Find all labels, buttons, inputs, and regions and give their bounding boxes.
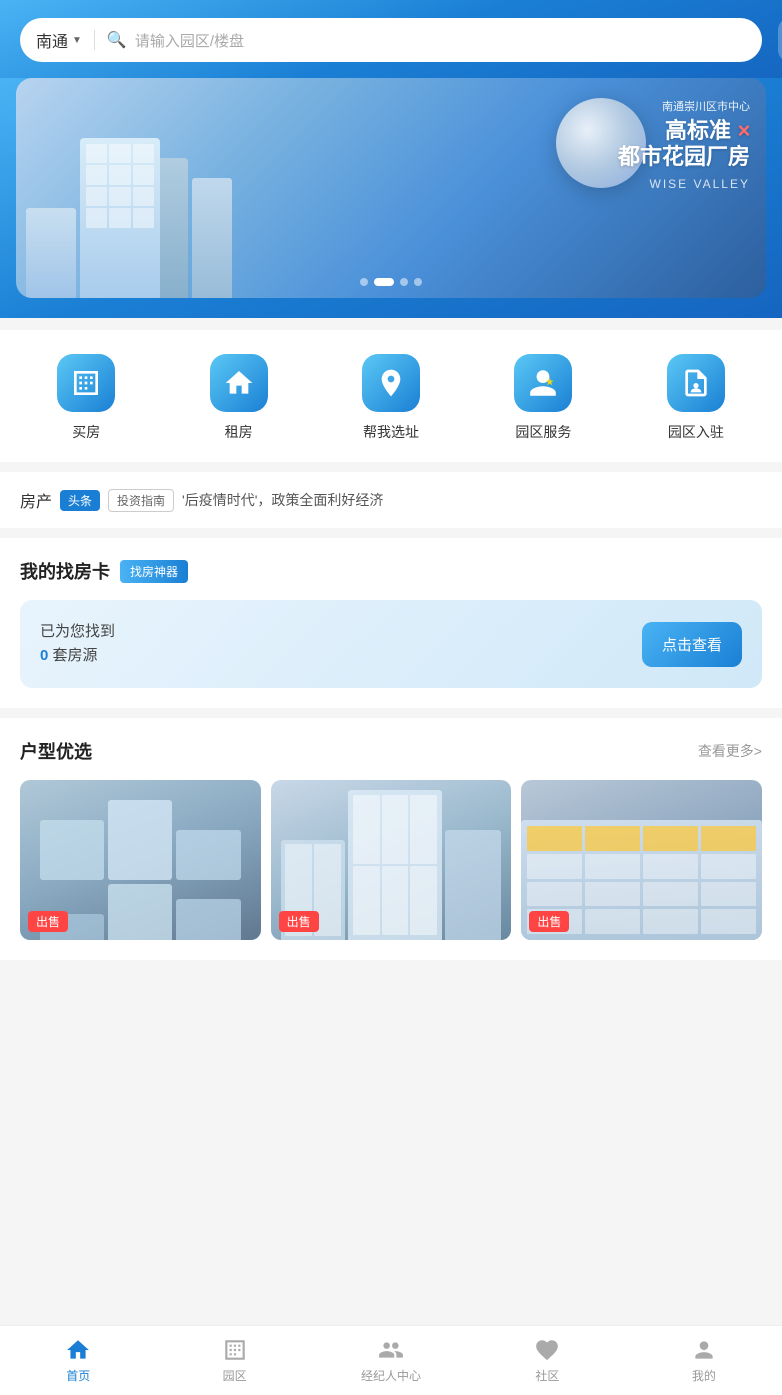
park-nav-icon-wrap <box>222 1337 248 1363</box>
person-star-icon-wrap <box>514 354 572 412</box>
nav-item-rent[interactable]: 租房 <box>162 354 314 442</box>
banner-text-area: 南通崇川区市中心 高标准 × 都市花园厂房 WISE VALLEY <box>618 98 750 191</box>
building-icon <box>70 367 102 399</box>
bottom-nav-agent[interactable]: 经纪人中心 <box>313 1329 469 1392</box>
dot-3[interactable] <box>400 278 408 286</box>
location-icon <box>375 367 407 399</box>
search-icon: 🔍 <box>107 30 127 50</box>
banner-title: 高标准 × 都市花园厂房 <box>618 118 750 171</box>
agent-nav-label: 经纪人中心 <box>361 1367 421 1384</box>
bottom-nav-home[interactable]: 首页 <box>0 1329 156 1392</box>
building-icon-wrap <box>57 354 115 412</box>
park-nav-label: 园区 <box>223 1367 247 1384</box>
home-icon <box>223 367 255 399</box>
banner[interactable]: 南通崇川区市中心 高标准 × 都市花园厂房 WISE VALLEY <box>16 78 766 298</box>
city-selector[interactable]: 南通 ▼ <box>36 28 82 52</box>
community-nav-label: 社区 <box>535 1367 559 1384</box>
room-type-title: 户型优选 <box>20 738 92 764</box>
person-nav-icon <box>691 1337 717 1363</box>
park-nav-icon <box>222 1337 248 1363</box>
bottom-nav: 首页 园区 经纪人中心 社区 我 <box>0 1325 782 1395</box>
banner-subtitle: 南通崇川区市中心 <box>618 98 750 114</box>
document-person-icon-wrap <box>667 354 725 412</box>
find-room-text: 已为您找到 0 套房源 <box>40 620 115 668</box>
person-star-icon <box>527 367 559 399</box>
dot-4[interactable] <box>414 278 422 286</box>
message-button[interactable] <box>778 18 782 62</box>
find-room-count: 0 <box>40 647 48 664</box>
find-room-badge: 找房神器 <box>120 560 188 583</box>
find-room-unit: 套房源 <box>53 647 98 664</box>
banner-title-part2: 都市花园厂房 <box>618 144 750 169</box>
nav-label-service: 园区服务 <box>515 422 571 442</box>
quick-nav: 买房 租房 帮我选址 <box>0 330 782 462</box>
find-room-section: 我的找房卡 找房神器 已为您找到 0 套房源 点击查看 <box>0 538 782 708</box>
home-nav-icon-wrap <box>65 1337 91 1363</box>
nav-label-select: 帮我选址 <box>363 422 419 442</box>
property-grid: 出售 <box>20 780 762 940</box>
property-tag-1: 出售 <box>28 911 68 932</box>
search-placeholder: 请输入园区/楼盘 <box>135 30 244 51</box>
news-headline[interactable]: '后疫情时代'，政策全面利好经济 <box>182 490 762 510</box>
news-prefix: 房产 <box>20 488 52 512</box>
nav-label-rent: 租房 <box>225 422 253 442</box>
nav-label-buy: 买房 <box>72 422 100 442</box>
nav-item-service[interactable]: 园区服务 <box>467 354 619 442</box>
property-card-3[interactable]: 出售 <box>521 780 762 940</box>
nav-item-buy[interactable]: 买房 <box>10 354 162 442</box>
banner-building <box>26 138 232 298</box>
city-arrow-icon: ▼ <box>72 35 82 46</box>
city-name: 南通 <box>36 28 68 52</box>
home-icon-wrap <box>210 354 268 412</box>
find-room-line1: 已为您找到 <box>40 620 115 644</box>
mine-nav-label: 我的 <box>692 1367 716 1384</box>
property-card-1[interactable]: 出售 <box>20 780 261 940</box>
nav-item-select[interactable]: 帮我选址 <box>315 354 467 442</box>
bottom-nav-park[interactable]: 园区 <box>156 1329 312 1392</box>
property-tag-2: 出售 <box>279 911 319 932</box>
dot-2[interactable] <box>374 278 394 286</box>
location-icon-wrap <box>362 354 420 412</box>
property-card-2[interactable]: 出售 <box>271 780 512 940</box>
find-room-title: 我的找房卡 <box>20 558 110 584</box>
search-input-wrap[interactable]: 🔍 请输入园区/楼盘 <box>107 30 746 51</box>
search-bar: 南通 ▼ 🔍 请输入园区/楼盘 <box>20 18 762 62</box>
find-room-line2: 0 套房源 <box>40 644 115 668</box>
banner-brand: WISE VALLEY <box>618 177 750 191</box>
home-nav-icon <box>65 1337 91 1363</box>
see-more-link[interactable]: 查看更多> <box>698 741 762 761</box>
agent-nav-icon <box>378 1337 404 1363</box>
dot-1[interactable] <box>360 278 368 286</box>
home-nav-label: 首页 <box>66 1367 90 1384</box>
document-person-icon <box>680 367 712 399</box>
news-tag-guide[interactable]: 投资指南 <box>108 489 174 512</box>
banner-dots <box>360 278 422 286</box>
banner-title-part1: 高标准 <box>665 118 731 143</box>
news-section: 房产 头条 投资指南 '后疫情时代'，政策全面利好经济 <box>0 472 782 528</box>
news-tag-top[interactable]: 头条 <box>60 490 100 511</box>
person-nav-icon-wrap <box>691 1337 717 1363</box>
bottom-nav-community[interactable]: 社区 <box>469 1329 625 1392</box>
room-type-header: 户型优选 查看更多> <box>20 738 762 764</box>
banner-title-cross: × <box>737 118 750 143</box>
heart-nav-icon <box>534 1337 560 1363</box>
search-divider <box>94 30 95 50</box>
find-room-header: 我的找房卡 找房神器 <box>20 558 762 584</box>
find-room-card: 已为您找到 0 套房源 点击查看 <box>20 600 762 688</box>
bottom-nav-mine[interactable]: 我的 <box>626 1329 782 1392</box>
room-type-section: 户型优选 查看更多> 出售 <box>0 718 782 960</box>
agent-nav-icon-wrap <box>378 1337 404 1363</box>
nav-label-enter: 园区入驻 <box>668 422 724 442</box>
nav-item-enter[interactable]: 园区入驻 <box>620 354 772 442</box>
find-room-button[interactable]: 点击查看 <box>642 622 742 667</box>
property-tag-3: 出售 <box>529 911 569 932</box>
heart-nav-icon-wrap <box>534 1337 560 1363</box>
